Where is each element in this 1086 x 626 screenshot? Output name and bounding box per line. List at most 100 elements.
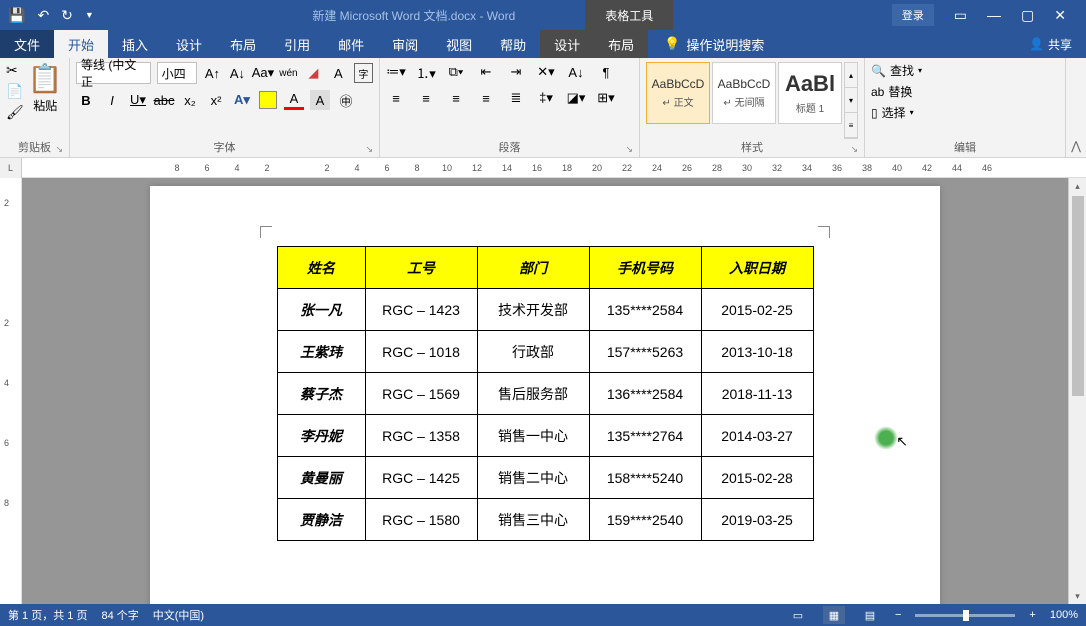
grow-font-icon[interactable]: A↑ [203, 63, 222, 83]
style-no-spacing[interactable]: AaBbCcD ↵ 无间隔 [712, 62, 776, 124]
scroll-down-icon[interactable]: ▾ [1069, 588, 1086, 604]
text-effects-icon[interactable]: A▾ [232, 90, 252, 110]
close-icon[interactable]: ✕ [1054, 7, 1066, 24]
align-left-icon[interactable]: ≡ [386, 88, 406, 108]
char-shading-icon[interactable]: A [310, 90, 330, 110]
table-row[interactable]: 李丹妮RGC – 1358销售一中心135****27642014-03-27 [277, 415, 813, 457]
redo-icon[interactable]: ↻ [61, 7, 73, 24]
italic-button[interactable]: I [102, 90, 122, 110]
table-cell[interactable]: 2018-11-13 [701, 373, 813, 415]
line-spacing-icon[interactable]: ‡▾ [536, 88, 556, 108]
table-cell[interactable]: 售后服务部 [477, 373, 589, 415]
table-row[interactable]: 蔡子杰RGC – 1569售后服务部136****25842018-11-13 [277, 373, 813, 415]
table-cell[interactable]: 158****5240 [589, 457, 701, 499]
paste-button[interactable]: 📋 粘贴 [28, 62, 63, 114]
table-cell[interactable]: 销售一中心 [477, 415, 589, 457]
zoom-in-icon[interactable]: + [1029, 609, 1035, 621]
strike-button[interactable]: abc [154, 90, 174, 110]
share-button[interactable]: 👤 共享 [1015, 30, 1086, 58]
table-cell[interactable]: RGC – 1580 [365, 499, 477, 541]
asian-layout-icon[interactable]: ✕▾ [536, 62, 556, 82]
table-cell[interactable]: 2014-03-27 [701, 415, 813, 457]
table-row[interactable]: 王紫玮RGC – 1018行政部157****52632013-10-18 [277, 331, 813, 373]
table-cell[interactable]: 王紫玮 [277, 331, 365, 373]
styles-launcher-icon[interactable]: ↘ [850, 144, 858, 155]
zoom-slider-thumb[interactable] [963, 610, 969, 621]
tab-view[interactable]: 视图 [432, 30, 486, 58]
table-header[interactable]: 部门 [477, 247, 589, 289]
print-layout-icon[interactable]: ▦ [823, 606, 845, 624]
highlight-icon[interactable] [258, 90, 278, 110]
clipboard-launcher-icon[interactable]: ↘ [55, 144, 63, 155]
style-heading1[interactable]: AaBl 标题 1 [778, 62, 842, 124]
shading-icon[interactable]: ◪▾ [566, 88, 586, 108]
document-canvas[interactable]: 姓名工号部门手机号码入职日期 张一凡RGC – 1423技术开发部135****… [22, 178, 1068, 604]
data-table[interactable]: 姓名工号部门手机号码入职日期 张一凡RGC – 1423技术开发部135****… [277, 246, 814, 541]
table-row[interactable]: 贾静洁RGC – 1580销售三中心159****25402019-03-25 [277, 499, 813, 541]
tab-table-layout[interactable]: 布局 [594, 30, 648, 58]
language-indicator[interactable]: 中文(中国) [153, 607, 204, 623]
zoom-slider[interactable] [915, 614, 1015, 617]
table-cell[interactable]: 行政部 [477, 331, 589, 373]
zoom-level[interactable]: 100% [1050, 609, 1078, 621]
align-distribute-icon[interactable]: ≣ [506, 88, 526, 108]
clear-format-icon[interactable]: ◢ [304, 63, 323, 83]
table-header[interactable]: 工号 [365, 247, 477, 289]
table-cell[interactable]: 黄曼丽 [277, 457, 365, 499]
style-normal[interactable]: AaBbCcD ↵ 正文 [646, 62, 710, 124]
format-painter-icon[interactable]: 🖌 [6, 104, 24, 121]
change-case-icon[interactable]: Aa▾ [253, 63, 273, 83]
table-cell[interactable]: 2019-03-25 [701, 499, 813, 541]
table-cell[interactable]: RGC – 1358 [365, 415, 477, 457]
table-cell[interactable]: 159****2540 [589, 499, 701, 541]
char-border-icon[interactable]: A [329, 63, 348, 83]
bullets-icon[interactable]: ≔▾ [386, 62, 406, 82]
tab-help[interactable]: 帮助 [486, 30, 540, 58]
table-cell[interactable]: RGC – 1569 [365, 373, 477, 415]
multilevel-icon[interactable]: ⧉▾ [446, 62, 466, 82]
tab-insert[interactable]: 插入 [108, 30, 162, 58]
font-name-combo[interactable]: 等线 (中文正 [76, 62, 151, 84]
scroll-thumb[interactable] [1072, 196, 1084, 396]
paragraph-launcher-icon[interactable]: ↘ [625, 144, 633, 155]
font-launcher-icon[interactable]: ↘ [365, 144, 373, 155]
align-justify-icon[interactable]: ≡ [476, 88, 496, 108]
maximize-icon[interactable]: ▢ [1021, 7, 1034, 24]
horizontal-ruler[interactable]: 8642246810121416182022242628303234363840… [22, 158, 1086, 178]
tab-home[interactable]: 开始 [54, 30, 108, 58]
table-header[interactable]: 姓名 [277, 247, 365, 289]
phonetic-guide-icon[interactable]: wén [279, 63, 298, 83]
tell-me-search[interactable]: 💡 操作说明搜索 [648, 30, 764, 58]
select-button[interactable]: ▯选择▾ [871, 104, 922, 121]
table-cell[interactable]: 销售二中心 [477, 457, 589, 499]
styles-gallery-arrows[interactable]: ▴ ▾ ≡ [844, 62, 858, 139]
table-cell[interactable]: RGC – 1425 [365, 457, 477, 499]
table-cell[interactable]: 张一凡 [277, 289, 365, 331]
table-cell[interactable]: 136****2584 [589, 373, 701, 415]
table-cell[interactable]: 销售三中心 [477, 499, 589, 541]
tab-file[interactable]: 文件 [0, 30, 54, 58]
table-header[interactable]: 入职日期 [701, 247, 813, 289]
cut-icon[interactable]: ✂ [6, 62, 24, 79]
table-cell[interactable]: 2013-10-18 [701, 331, 813, 373]
vertical-ruler[interactable]: 22468 [0, 178, 22, 604]
minimize-icon[interactable]: — [987, 7, 1001, 23]
increase-indent-icon[interactable]: ⇥ [506, 62, 526, 82]
table-row[interactable]: 黄曼丽RGC – 1425销售二中心158****52402015-02-28 [277, 457, 813, 499]
tab-review[interactable]: 审阅 [378, 30, 432, 58]
sort-icon[interactable]: A↓ [566, 62, 586, 82]
show-marks-icon[interactable]: ¶ [596, 62, 616, 82]
font-size-combo[interactable]: 小四 [157, 62, 197, 84]
table-cell[interactable]: 蔡子杰 [277, 373, 365, 415]
decrease-indent-icon[interactable]: ⇤ [476, 62, 496, 82]
login-button[interactable]: 登录 [892, 4, 934, 26]
table-cell[interactable]: RGC – 1423 [365, 289, 477, 331]
table-cell[interactable]: RGC – 1018 [365, 331, 477, 373]
bold-button[interactable]: B [76, 90, 96, 110]
undo-icon[interactable]: ↶ [37, 7, 49, 24]
collapse-ribbon-icon[interactable]: ⋀ [1066, 58, 1086, 157]
enclose-char-icon[interactable]: 字 [354, 63, 373, 83]
tab-design[interactable]: 设计 [162, 30, 216, 58]
tab-layout[interactable]: 布局 [216, 30, 270, 58]
page-indicator[interactable]: 第 1 页，共 1 页 [8, 607, 87, 623]
